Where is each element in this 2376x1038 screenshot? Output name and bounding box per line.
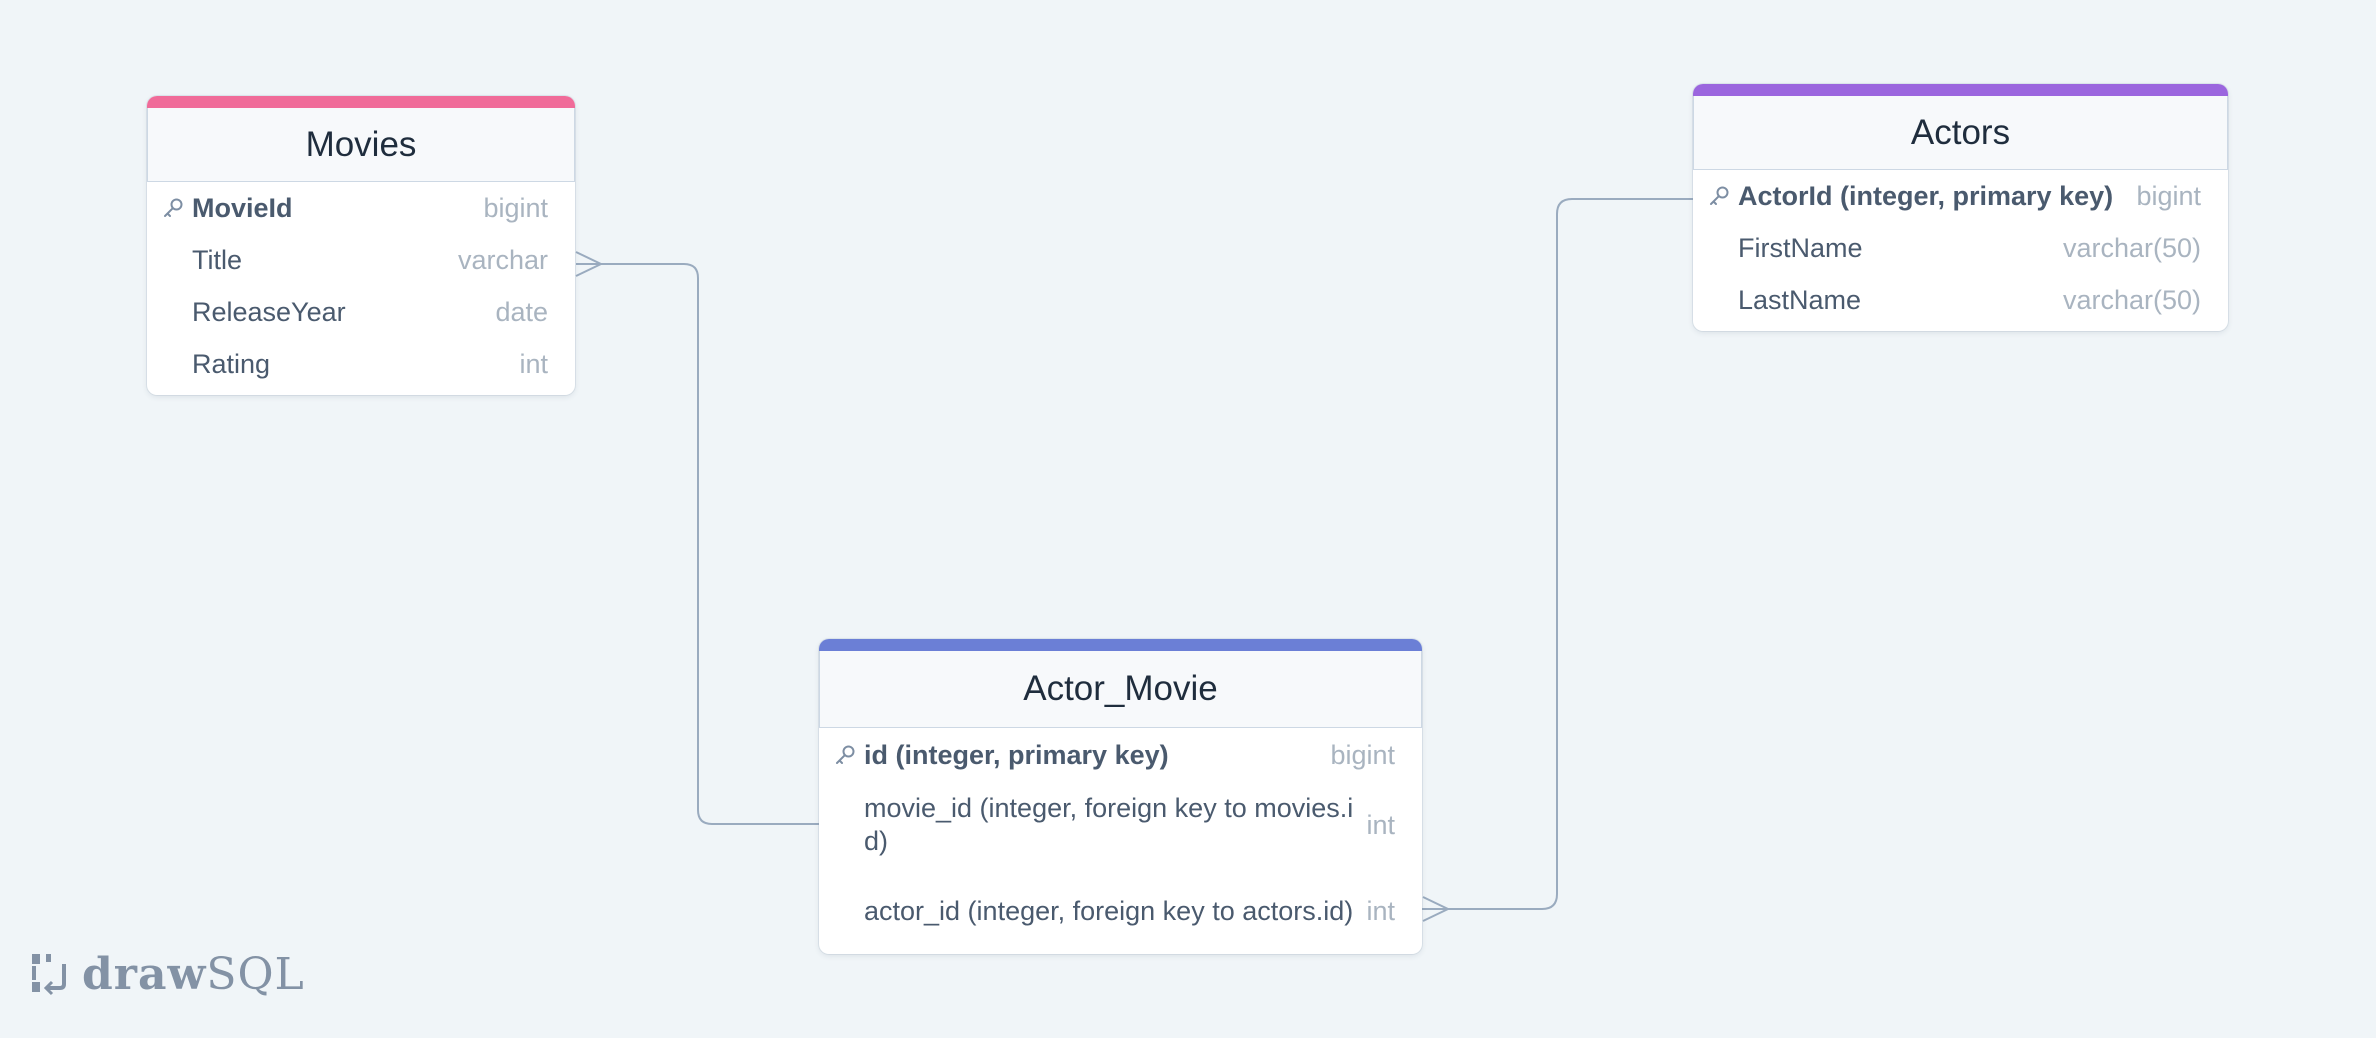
field-row-firstname[interactable]: FirstName varchar(50) <box>1693 222 2228 274</box>
table-title[interactable]: Actors <box>1693 96 2228 170</box>
field-type: int <box>1366 809 1395 840</box>
field-row-actor-id[interactable]: actor_id (integer, foreign key to actors… <box>819 868 1422 954</box>
field-row-movie-id[interactable]: movie_id (integer, foreign key to movies… <box>819 782 1422 868</box>
table-actor-movie[interactable]: Actor_Movie id (integer, primary key) bi… <box>819 639 1422 954</box>
drawsql-logo[interactable]: draw SQL <box>30 948 305 1000</box>
relationship-movies-actor-movie[interactable] <box>575 251 819 825</box>
table-title[interactable]: Actor_Movie <box>819 651 1422 728</box>
field-type: bigint <box>2136 180 2201 211</box>
table-accent-bar <box>147 96 575 108</box>
table-accent-bar <box>819 639 1422 651</box>
drawsql-logo-icon <box>32 954 66 996</box>
field-type: bigint <box>483 192 548 223</box>
field-type: date <box>495 296 548 327</box>
table-movies[interactable]: Movies MovieId bigint Title varchar Rele… <box>147 96 575 395</box>
field-type: bigint <box>1330 739 1395 770</box>
relationship-actors-actor-movie[interactable] <box>1422 198 1693 922</box>
logo-text-sql: SQL <box>206 948 305 1000</box>
field-type: varchar(50) <box>2062 284 2201 315</box>
field-name: Rating <box>192 348 271 379</box>
field-name: FirstName <box>1738 232 1863 263</box>
field-row-movieid[interactable]: MovieId bigint <box>147 182 575 234</box>
field-row-rating[interactable]: Rating int <box>147 338 575 390</box>
table-accent-bar <box>1693 84 2228 96</box>
key-icon <box>160 195 186 221</box>
table-actors[interactable]: Actors ActorId (integer, primary key) bi… <box>1693 84 2228 331</box>
field-name: actor_id (integer, foreign key to actors… <box>864 895 1354 926</box>
field-row-title[interactable]: Title varchar <box>147 234 575 286</box>
field-name: ActorId (integer, primary key) <box>1738 180 2114 211</box>
field-name: LastName <box>1738 284 1862 315</box>
field-type: int <box>1366 895 1395 926</box>
field-name: MovieId <box>192 192 293 223</box>
key-icon <box>832 742 858 768</box>
logo-text-draw: draw <box>82 948 207 1000</box>
table-title[interactable]: Movies <box>147 108 575 182</box>
field-type: varchar <box>457 244 548 275</box>
field-name: id (integer, primary key) <box>864 739 1169 770</box>
field-name: ReleaseYear <box>192 296 346 327</box>
field-type: varchar(50) <box>2062 232 2201 263</box>
field-row-id[interactable]: id (integer, primary key) bigint <box>819 728 1422 782</box>
field-name: movie_id (integer, foreign key to movies… <box>864 793 1354 856</box>
field-row-lastname[interactable]: LastName varchar(50) <box>1693 274 2228 326</box>
key-icon <box>1706 183 1732 209</box>
field-type: int <box>519 348 548 379</box>
diagram-canvas[interactable]: Movies MovieId bigint Title varchar Rele… <box>0 0 2376 1038</box>
field-row-actorid[interactable]: ActorId (integer, primary key) bigint <box>1693 170 2228 222</box>
field-name: Title <box>192 244 243 275</box>
field-row-releaseyear[interactable]: ReleaseYear date <box>147 286 575 338</box>
